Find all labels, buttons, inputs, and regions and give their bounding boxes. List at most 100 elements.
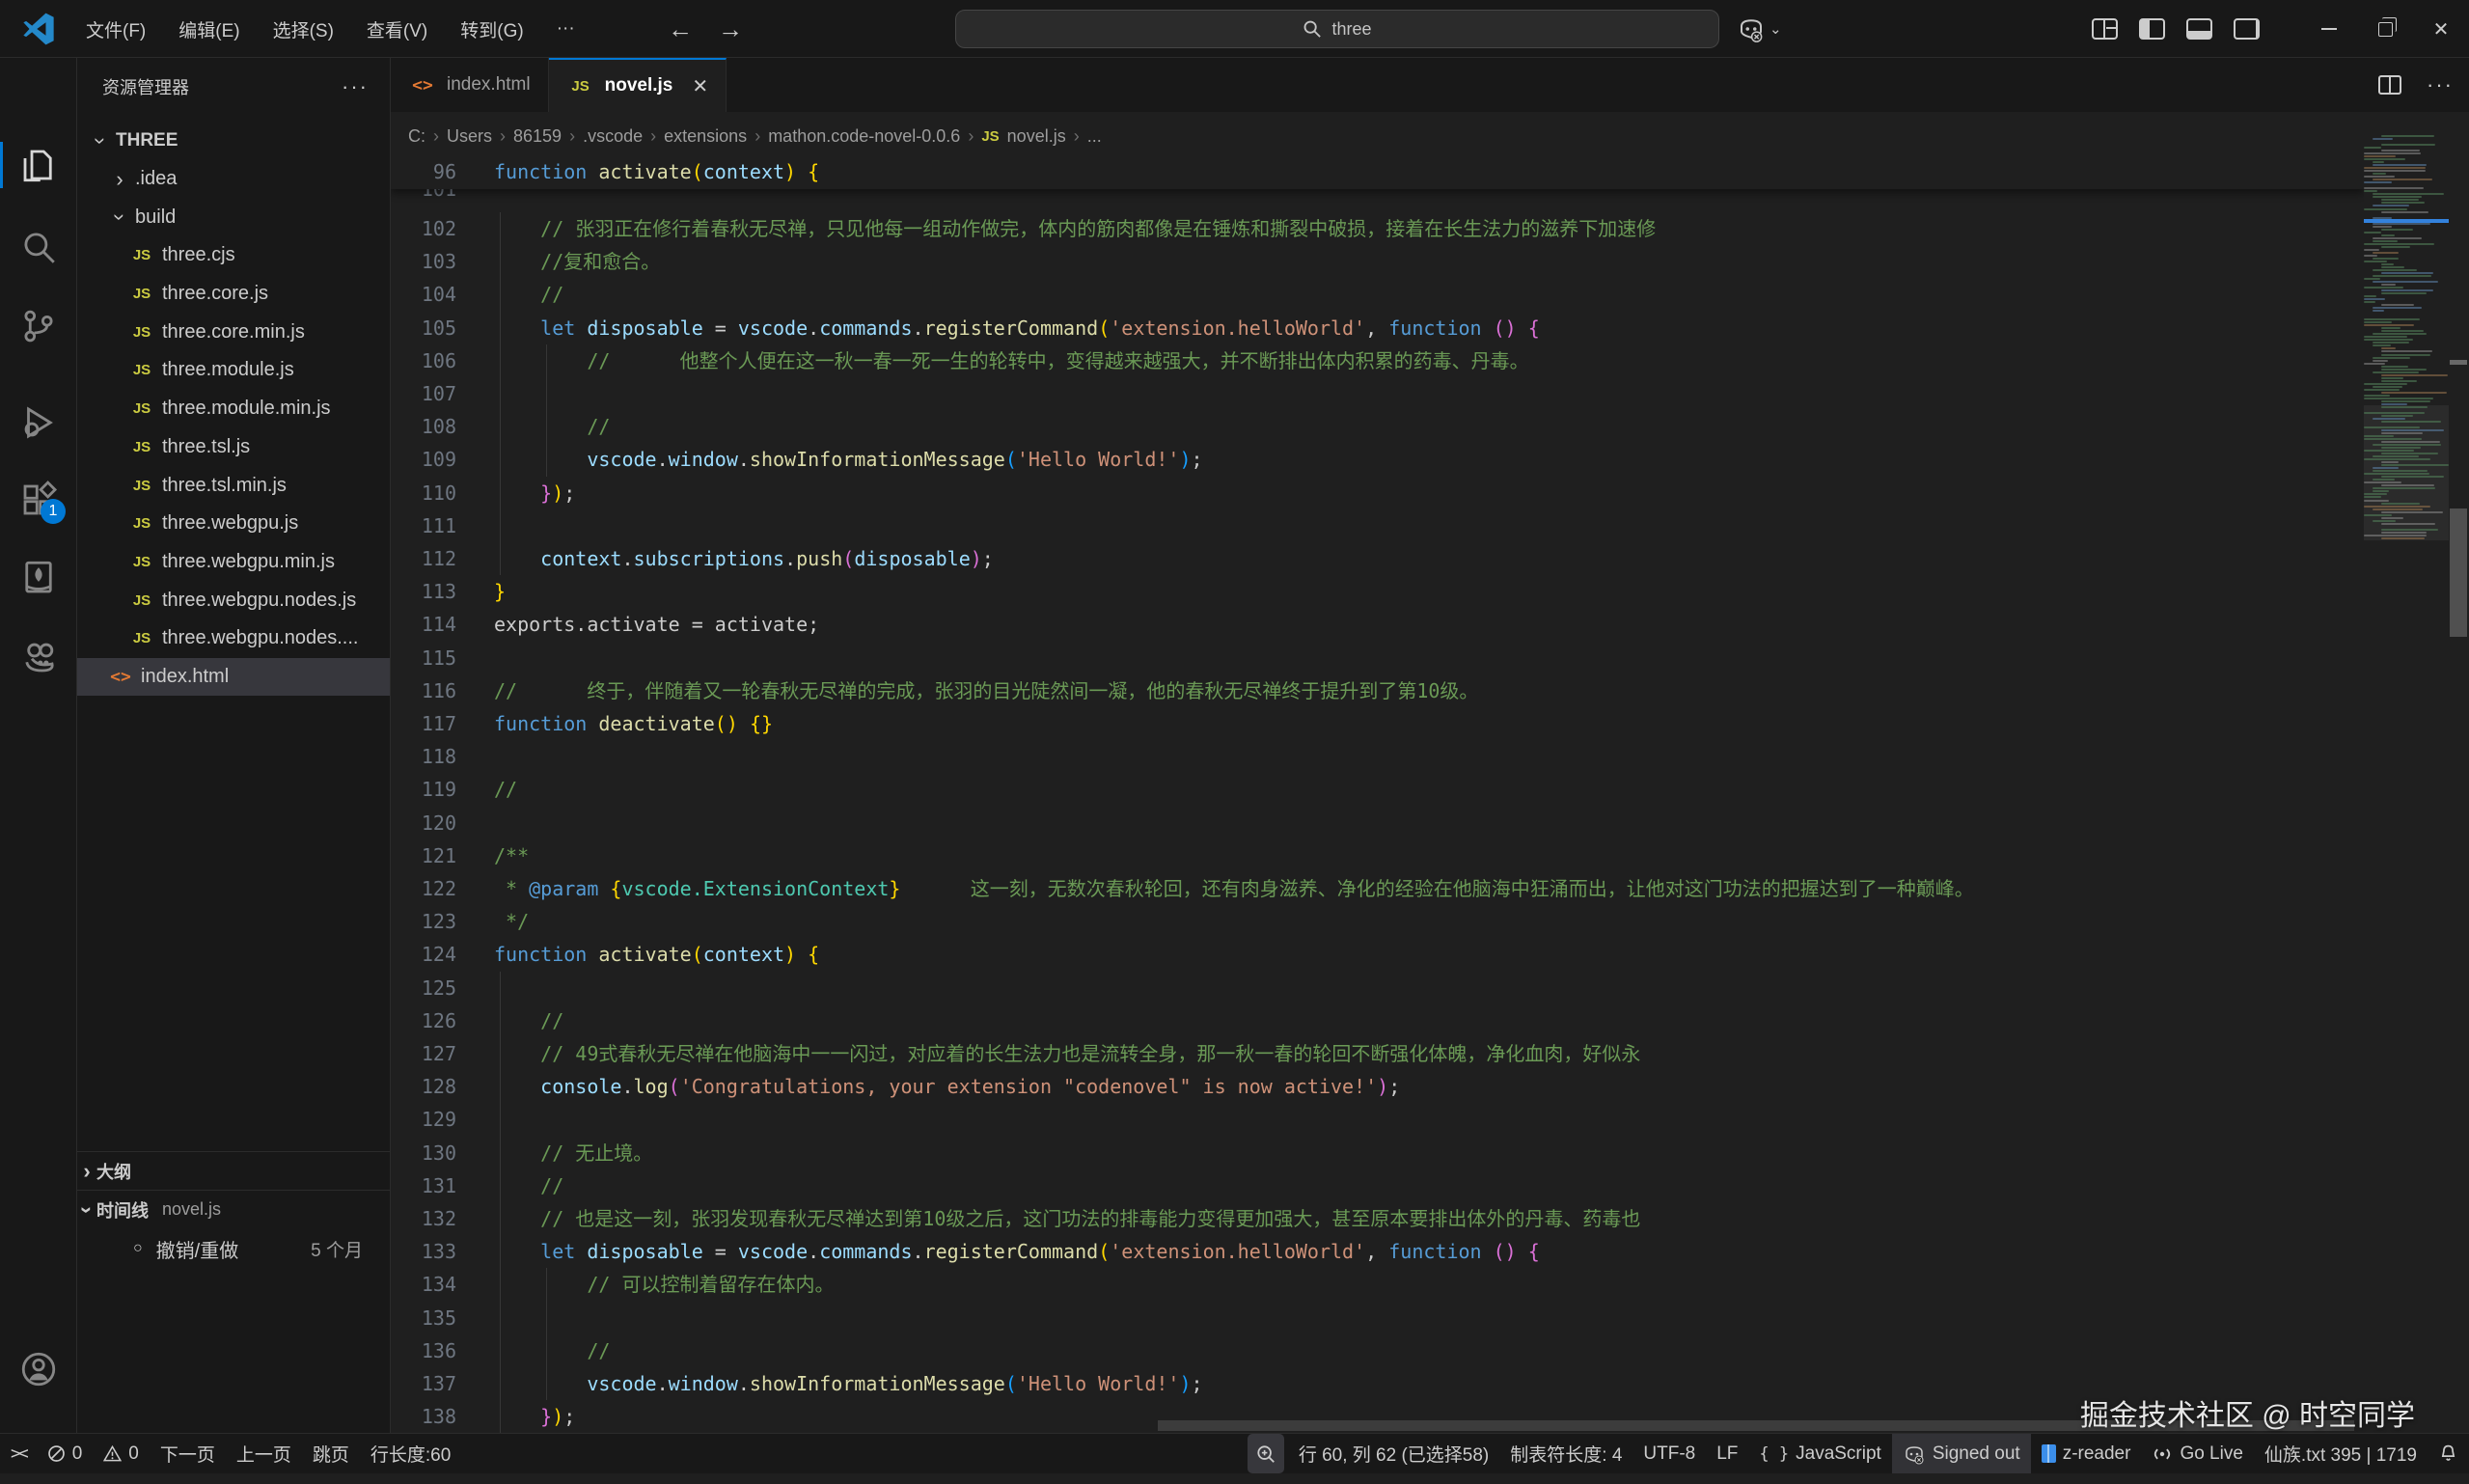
status-jump-page[interactable]: 跳页 (302, 1434, 360, 1473)
status-line-length[interactable]: 行长度:60 (360, 1434, 461, 1473)
tree-item-three.cjs[interactable]: JSthree.cjs (77, 236, 390, 275)
split-editor-button[interactable] (2378, 75, 2401, 95)
line-number[interactable]: 119 (391, 773, 456, 806)
code-line-135[interactable]: 135 (391, 1302, 2364, 1334)
breadcrumb-item[interactable]: mathon.code-novel-0.0.6 (768, 126, 960, 147)
line-number[interactable]: 132 (391, 1202, 456, 1235)
code-line-111[interactable]: 111 (391, 509, 2364, 542)
customize-layout-button[interactable] (2092, 18, 2118, 40)
line-number[interactable]: 109 (391, 443, 456, 476)
code-line-133[interactable]: 133 let disposable = vscode.commands.reg… (391, 1235, 2364, 1268)
code-line-127[interactable]: 127 // 49式春秋无尽禅在他脑海中一一闪过，对应着的长生法力也是流转全身，… (391, 1037, 2364, 1070)
tree-item-three.webgpu.min.js[interactable]: JSthree.webgpu.min.js (77, 543, 390, 582)
timeline-section-header[interactable]: › 时间线 novel.js (77, 1191, 390, 1228)
toggle-secondary-sidebar-button[interactable] (2234, 18, 2260, 40)
breadcrumb-item[interactable]: C: (408, 126, 425, 147)
status-go-live[interactable]: Go Live (2141, 1434, 2253, 1473)
code-line-105[interactable]: 105 let disposable = vscode.commands.reg… (391, 312, 2364, 344)
code-line-108[interactable]: 108 // (391, 410, 2364, 443)
tree-item-three.tsl.min.js[interactable]: JSthree.tsl.min.js (77, 466, 390, 505)
status-z-reader[interactable]: z-reader (2031, 1434, 2142, 1473)
line-number[interactable]: 107 (391, 377, 456, 410)
line-number[interactable]: 106 (391, 344, 456, 377)
line-number[interactable]: 129 (391, 1103, 456, 1136)
tree-item-three.webgpu.js[interactable]: JSthree.webgpu.js (77, 505, 390, 543)
status-problems[interactable]: 0 (37, 1434, 94, 1473)
status-remote-indicator[interactable]: >< (0, 1434, 37, 1473)
tree-item-build[interactable]: ›build (77, 198, 390, 236)
command-center-search[interactable]: three (955, 10, 1719, 48)
line-number[interactable]: 115 (391, 642, 456, 674)
line-number[interactable]: 120 (391, 807, 456, 839)
line-number[interactable]: 113 (391, 575, 456, 608)
timeline-undo-redo-item[interactable]: ○ 撤销/重做 5 个月 (77, 1229, 390, 1268)
line-number[interactable]: 135 (391, 1302, 456, 1334)
line-number[interactable]: 111 (391, 509, 456, 542)
line-number[interactable]: 131 (391, 1169, 456, 1202)
breadcrumb-item[interactable]: extensions (664, 126, 747, 147)
code-line-104[interactable]: 104 // (391, 278, 2364, 311)
breadcrumb-item[interactable]: ... (1087, 126, 1102, 147)
status-tab-size[interactable]: 制表符长度: 4 (1499, 1434, 1632, 1473)
code-line-125[interactable]: 125 (391, 972, 2364, 1004)
code-line-128[interactable]: 128 console.log('Congratulations, your e… (391, 1070, 2364, 1103)
breadcrumb-item[interactable]: 86159 (513, 126, 562, 147)
breadcrumb-item[interactable]: novel.js (1007, 126, 1066, 147)
code-line-124[interactable]: 124function activate(context) { (391, 938, 2364, 971)
window-restore-button[interactable] (2357, 0, 2413, 58)
code-line-109[interactable]: 109 vscode.window.showInformationMessage… (391, 443, 2364, 476)
vertical-scrollbar-thumb[interactable] (2450, 508, 2467, 637)
code-line-103[interactable]: 103 //复和愈合。 (391, 245, 2364, 278)
line-number[interactable]: 138 (391, 1400, 456, 1433)
line-number[interactable]: 137 (391, 1367, 456, 1400)
status-novel-progress[interactable]: 仙族.txt 395 | 1719 (2254, 1434, 2428, 1473)
line-number[interactable]: 103 (391, 245, 456, 278)
line-number[interactable]: 125 (391, 972, 456, 1004)
tree-item-three.module.js[interactable]: JSthree.module.js (77, 351, 390, 390)
menu-item-4[interactable]: 转到(G) (444, 11, 539, 48)
line-number[interactable]: 126 (391, 1004, 456, 1037)
code-line-121[interactable]: 121/** (391, 839, 2364, 872)
tree-item-.idea[interactable]: ›.idea (77, 160, 390, 199)
code-line-134[interactable]: 134 // 可以控制着留存在体内。 (391, 1268, 2364, 1301)
line-number[interactable]: 105 (391, 312, 456, 344)
breadcrumb-item[interactable]: Users (447, 126, 492, 147)
code-line-114[interactable]: 114exports.activate = activate; (391, 608, 2364, 641)
activity-novel-book-button[interactable] (0, 546, 77, 610)
code-line-120[interactable]: 120 (391, 807, 2364, 839)
activity-run-debug-button[interactable] (0, 391, 77, 454)
toggle-panel-button[interactable] (2186, 18, 2212, 40)
toggle-primary-sidebar-button[interactable] (2139, 18, 2165, 40)
line-number[interactable]: 124 (391, 938, 456, 971)
activity-explorer-button[interactable] (0, 133, 77, 197)
status-warnings[interactable]: 0 (93, 1434, 150, 1473)
code-editor[interactable]: 96function activate(context) {101102 // … (391, 154, 2364, 1433)
code-line-129[interactable]: 129 (391, 1103, 2364, 1136)
code-line-119[interactable]: 119// (391, 773, 2364, 806)
line-number[interactable]: 130 (391, 1137, 456, 1169)
code-line-106[interactable]: 106 // 他整个人便在这一秋一春一死一生的轮转中，变得越来越强大，并不断排出… (391, 344, 2364, 377)
minimap[interactable] (2364, 135, 2449, 1428)
code-line-115[interactable]: 115 (391, 642, 2364, 674)
copilot-button[interactable]: ⌄ (1737, 12, 1782, 46)
status-encoding[interactable]: UTF-8 (1632, 1434, 1706, 1473)
activity-source-control-button[interactable] (0, 294, 77, 358)
line-number[interactable]: 127 (391, 1037, 456, 1070)
nav-back-button[interactable]: ← (668, 14, 693, 44)
code-line-126[interactable]: 126 // (391, 1004, 2364, 1037)
code-line-113[interactable]: 113} (391, 575, 2364, 608)
tree-item-three.core.js[interactable]: JSthree.core.js (77, 275, 390, 314)
code-line-116[interactable]: 116// 终于，伴随着又一轮春秋无尽禅的完成，张羽的目光陡然间一凝，他的春秋无… (391, 674, 2364, 707)
tree-item-three.webgpu.nodes.js[interactable]: JSthree.webgpu.nodes.js (77, 581, 390, 619)
tree-item-three.module.min.js[interactable]: JSthree.module.min.js (77, 390, 390, 428)
status-prev-page[interactable]: 上一页 (226, 1434, 302, 1473)
code-line-123[interactable]: 123 */ (391, 905, 2364, 938)
line-number[interactable]: 128 (391, 1070, 456, 1103)
code-line-118[interactable]: 118 (391, 740, 2364, 773)
line-number[interactable]: 134 (391, 1268, 456, 1301)
status-copilot-signin[interactable]: Signed out (1892, 1434, 2031, 1473)
status-notifications[interactable] (2428, 1434, 2469, 1473)
window-minimize-button[interactable] (2301, 0, 2357, 58)
code-line-117[interactable]: 117function deactivate() {} (391, 707, 2364, 740)
code-line-110[interactable]: 110 }); (391, 477, 2364, 509)
